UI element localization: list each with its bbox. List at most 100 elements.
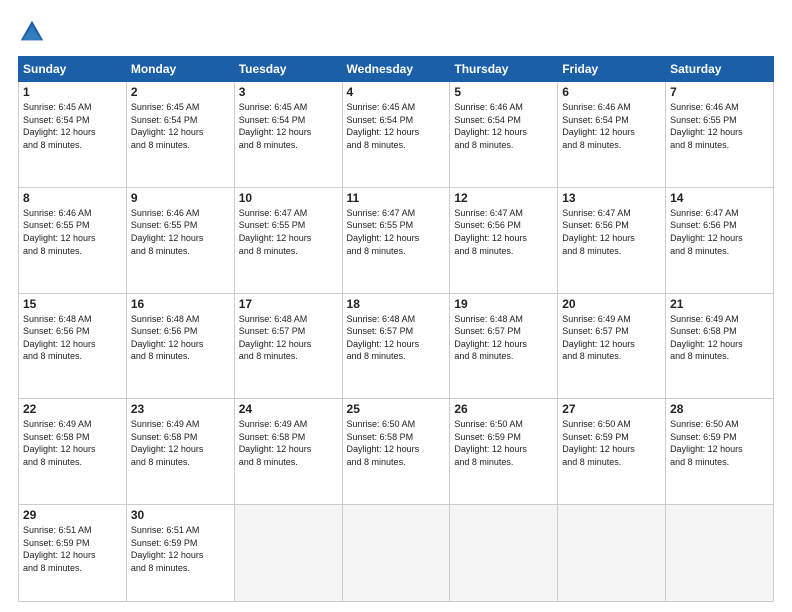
cell-content: Sunrise: 6:47 AMSunset: 6:56 PMDaylight:… (562, 208, 635, 256)
day-number: 17 (239, 297, 338, 311)
day-number: 26 (454, 402, 553, 416)
day-number: 30 (131, 508, 230, 522)
day-number: 28 (670, 402, 769, 416)
cell-content: Sunrise: 6:50 AMSunset: 6:59 PMDaylight:… (670, 419, 743, 467)
cell-content: Sunrise: 6:49 AMSunset: 6:58 PMDaylight:… (131, 419, 204, 467)
calendar-week-3: 15 Sunrise: 6:48 AMSunset: 6:56 PMDaylig… (19, 293, 774, 399)
calendar-cell: 9 Sunrise: 6:46 AMSunset: 6:55 PMDayligh… (126, 187, 234, 293)
calendar-cell: 14 Sunrise: 6:47 AMSunset: 6:56 PMDaylig… (666, 187, 774, 293)
day-number: 1 (23, 85, 122, 99)
calendar-header-tuesday: Tuesday (234, 57, 342, 82)
day-number: 22 (23, 402, 122, 416)
calendar-cell: 15 Sunrise: 6:48 AMSunset: 6:56 PMDaylig… (19, 293, 127, 399)
calendar-week-4: 22 Sunrise: 6:49 AMSunset: 6:58 PMDaylig… (19, 399, 774, 505)
logo-icon (18, 18, 46, 46)
calendar-cell: 6 Sunrise: 6:46 AMSunset: 6:54 PMDayligh… (558, 82, 666, 188)
calendar-table: SundayMondayTuesdayWednesdayThursdayFrid… (18, 56, 774, 602)
cell-content: Sunrise: 6:45 AMSunset: 6:54 PMDaylight:… (23, 102, 96, 150)
calendar-week-5: 29 Sunrise: 6:51 AMSunset: 6:59 PMDaylig… (19, 505, 774, 602)
day-number: 2 (131, 85, 230, 99)
calendar-cell: 2 Sunrise: 6:45 AMSunset: 6:54 PMDayligh… (126, 82, 234, 188)
cell-content: Sunrise: 6:48 AMSunset: 6:57 PMDaylight:… (454, 314, 527, 362)
calendar-cell: 22 Sunrise: 6:49 AMSunset: 6:58 PMDaylig… (19, 399, 127, 505)
day-number: 3 (239, 85, 338, 99)
calendar-cell: 20 Sunrise: 6:49 AMSunset: 6:57 PMDaylig… (558, 293, 666, 399)
calendar-cell: 12 Sunrise: 6:47 AMSunset: 6:56 PMDaylig… (450, 187, 558, 293)
calendar-header-thursday: Thursday (450, 57, 558, 82)
calendar-cell: 18 Sunrise: 6:48 AMSunset: 6:57 PMDaylig… (342, 293, 450, 399)
day-number: 4 (347, 85, 446, 99)
day-number: 15 (23, 297, 122, 311)
calendar-header-friday: Friday (558, 57, 666, 82)
calendar-cell: 23 Sunrise: 6:49 AMSunset: 6:58 PMDaylig… (126, 399, 234, 505)
header (18, 18, 774, 46)
cell-content: Sunrise: 6:50 AMSunset: 6:58 PMDaylight:… (347, 419, 420, 467)
logo (18, 18, 50, 46)
day-number: 27 (562, 402, 661, 416)
day-number: 24 (239, 402, 338, 416)
cell-content: Sunrise: 6:45 AMSunset: 6:54 PMDaylight:… (239, 102, 312, 150)
cell-content: Sunrise: 6:49 AMSunset: 6:58 PMDaylight:… (239, 419, 312, 467)
calendar-cell: 3 Sunrise: 6:45 AMSunset: 6:54 PMDayligh… (234, 82, 342, 188)
cell-content: Sunrise: 6:49 AMSunset: 6:58 PMDaylight:… (23, 419, 96, 467)
page: SundayMondayTuesdayWednesdayThursdayFrid… (0, 0, 792, 612)
calendar-cell: 1 Sunrise: 6:45 AMSunset: 6:54 PMDayligh… (19, 82, 127, 188)
calendar-cell: 19 Sunrise: 6:48 AMSunset: 6:57 PMDaylig… (450, 293, 558, 399)
calendar-cell (234, 505, 342, 602)
cell-content: Sunrise: 6:47 AMSunset: 6:55 PMDaylight:… (347, 208, 420, 256)
cell-content: Sunrise: 6:48 AMSunset: 6:56 PMDaylight:… (23, 314, 96, 362)
calendar-header-wednesday: Wednesday (342, 57, 450, 82)
day-number: 12 (454, 191, 553, 205)
day-number: 13 (562, 191, 661, 205)
calendar-week-2: 8 Sunrise: 6:46 AMSunset: 6:55 PMDayligh… (19, 187, 774, 293)
calendar-cell: 16 Sunrise: 6:48 AMSunset: 6:56 PMDaylig… (126, 293, 234, 399)
day-number: 23 (131, 402, 230, 416)
day-number: 16 (131, 297, 230, 311)
calendar-cell: 5 Sunrise: 6:46 AMSunset: 6:54 PMDayligh… (450, 82, 558, 188)
cell-content: Sunrise: 6:49 AMSunset: 6:58 PMDaylight:… (670, 314, 743, 362)
cell-content: Sunrise: 6:46 AMSunset: 6:55 PMDaylight:… (131, 208, 204, 256)
cell-content: Sunrise: 6:46 AMSunset: 6:54 PMDaylight:… (562, 102, 635, 150)
day-number: 9 (131, 191, 230, 205)
day-number: 6 (562, 85, 661, 99)
cell-content: Sunrise: 6:47 AMSunset: 6:56 PMDaylight:… (454, 208, 527, 256)
day-number: 11 (347, 191, 446, 205)
calendar-cell: 26 Sunrise: 6:50 AMSunset: 6:59 PMDaylig… (450, 399, 558, 505)
calendar-cell: 13 Sunrise: 6:47 AMSunset: 6:56 PMDaylig… (558, 187, 666, 293)
cell-content: Sunrise: 6:50 AMSunset: 6:59 PMDaylight:… (454, 419, 527, 467)
day-number: 14 (670, 191, 769, 205)
day-number: 20 (562, 297, 661, 311)
cell-content: Sunrise: 6:49 AMSunset: 6:57 PMDaylight:… (562, 314, 635, 362)
calendar-cell: 30 Sunrise: 6:51 AMSunset: 6:59 PMDaylig… (126, 505, 234, 602)
calendar-cell: 10 Sunrise: 6:47 AMSunset: 6:55 PMDaylig… (234, 187, 342, 293)
calendar-cell: 27 Sunrise: 6:50 AMSunset: 6:59 PMDaylig… (558, 399, 666, 505)
cell-content: Sunrise: 6:51 AMSunset: 6:59 PMDaylight:… (131, 525, 204, 573)
cell-content: Sunrise: 6:46 AMSunset: 6:55 PMDaylight:… (670, 102, 743, 150)
calendar-cell: 21 Sunrise: 6:49 AMSunset: 6:58 PMDaylig… (666, 293, 774, 399)
calendar-cell: 11 Sunrise: 6:47 AMSunset: 6:55 PMDaylig… (342, 187, 450, 293)
day-number: 25 (347, 402, 446, 416)
cell-content: Sunrise: 6:46 AMSunset: 6:54 PMDaylight:… (454, 102, 527, 150)
cell-content: Sunrise: 6:46 AMSunset: 6:55 PMDaylight:… (23, 208, 96, 256)
cell-content: Sunrise: 6:50 AMSunset: 6:59 PMDaylight:… (562, 419, 635, 467)
day-number: 10 (239, 191, 338, 205)
day-number: 19 (454, 297, 553, 311)
cell-content: Sunrise: 6:45 AMSunset: 6:54 PMDaylight:… (347, 102, 420, 150)
calendar-cell: 8 Sunrise: 6:46 AMSunset: 6:55 PMDayligh… (19, 187, 127, 293)
calendar-cell: 7 Sunrise: 6:46 AMSunset: 6:55 PMDayligh… (666, 82, 774, 188)
calendar-header-sunday: Sunday (19, 57, 127, 82)
calendar-cell: 24 Sunrise: 6:49 AMSunset: 6:58 PMDaylig… (234, 399, 342, 505)
calendar-header-monday: Monday (126, 57, 234, 82)
calendar-cell: 28 Sunrise: 6:50 AMSunset: 6:59 PMDaylig… (666, 399, 774, 505)
cell-content: Sunrise: 6:51 AMSunset: 6:59 PMDaylight:… (23, 525, 96, 573)
day-number: 29 (23, 508, 122, 522)
day-number: 7 (670, 85, 769, 99)
calendar-cell: 4 Sunrise: 6:45 AMSunset: 6:54 PMDayligh… (342, 82, 450, 188)
cell-content: Sunrise: 6:48 AMSunset: 6:57 PMDaylight:… (347, 314, 420, 362)
calendar-cell (342, 505, 450, 602)
calendar-header-saturday: Saturday (666, 57, 774, 82)
cell-content: Sunrise: 6:47 AMSunset: 6:55 PMDaylight:… (239, 208, 312, 256)
cell-content: Sunrise: 6:48 AMSunset: 6:56 PMDaylight:… (131, 314, 204, 362)
calendar-week-1: 1 Sunrise: 6:45 AMSunset: 6:54 PMDayligh… (19, 82, 774, 188)
cell-content: Sunrise: 6:47 AMSunset: 6:56 PMDaylight:… (670, 208, 743, 256)
